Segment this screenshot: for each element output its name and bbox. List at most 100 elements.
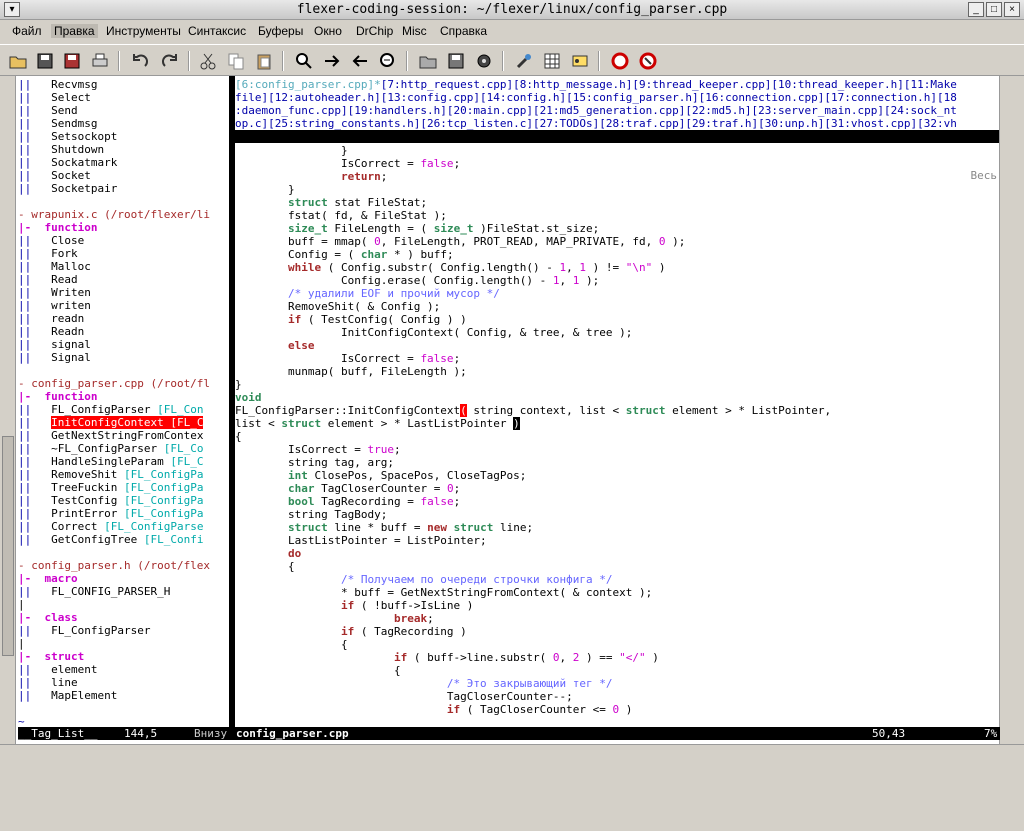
- save-all-icon[interactable]: [62, 51, 82, 71]
- build-tags-icon[interactable]: [542, 51, 562, 71]
- tag-list-line[interactable]: || GetNextStringFromContex: [18, 429, 230, 442]
- tag-list-pane[interactable]: || Recvmsg || Select || Send || Sendmsg || S…: [18, 78, 230, 726]
- code-line[interactable]: {: [235, 664, 999, 677]
- code-line[interactable]: }: [235, 144, 999, 157]
- jump-tag-icon[interactable]: [570, 51, 590, 71]
- code-line[interactable]: list < struct element > * LastListPointe…: [235, 417, 999, 430]
- tag-list-line[interactable]: |: [18, 598, 230, 611]
- open-icon[interactable]: [8, 51, 28, 71]
- tag-list-line[interactable]: || Read: [18, 273, 230, 286]
- find-prev-icon[interactable]: [350, 51, 370, 71]
- tag-list-line[interactable]: || writen: [18, 299, 230, 312]
- tag-list-line[interactable]: || Setsockopt: [18, 130, 230, 143]
- tag-list-line[interactable]: || Malloc: [18, 260, 230, 273]
- source-code[interactable]: } IsCorrect = false; return; } struct st…: [235, 144, 999, 716]
- code-line[interactable]: if ( TagCloserCounter <= 0 ): [235, 703, 999, 716]
- code-line[interactable]: Config.erase( Config.length() - 1, 1 );: [235, 274, 999, 287]
- code-line[interactable]: /* удалили EOF и прочий мусор */: [235, 287, 999, 300]
- tag-list-line[interactable]: || TestConfig [FL_ConfigPa: [18, 494, 230, 507]
- code-line[interactable]: else: [235, 339, 999, 352]
- code-line[interactable]: InitConfigContext( Config, & tree, & tre…: [235, 326, 999, 339]
- code-line[interactable]: size_t FileLength = ( size_t )FileStat.s…: [235, 222, 999, 235]
- save-session-icon[interactable]: [446, 51, 466, 71]
- menu-syntax[interactable]: Синтаксис: [188, 24, 246, 38]
- find-next-icon[interactable]: [322, 51, 342, 71]
- code-line[interactable]: while ( Config.substr( Config.length() -…: [235, 261, 999, 274]
- replace-icon[interactable]: [378, 51, 398, 71]
- code-line[interactable]: IsCorrect = false;: [235, 352, 999, 365]
- code-line[interactable]: struct line * buff = new struct line;: [235, 521, 999, 534]
- minibuf-explorer[interactable]: [6:config_parser.cpp]*[7:http_request.cp…: [235, 78, 999, 130]
- tag-list-line[interactable]: || HandleSingleParam [FL_C: [18, 455, 230, 468]
- tag-list-line[interactable]: - config_parser.cpp (/root/fl: [18, 377, 230, 390]
- save-icon[interactable]: [35, 51, 55, 71]
- menu-help[interactable]: Справка: [440, 24, 487, 38]
- code-line[interactable]: fstat( fd, & FileStat );: [235, 209, 999, 222]
- code-line[interactable]: int ClosePos, SpacePos, CloseTagPos;: [235, 469, 999, 482]
- tag-list-line[interactable]: || Close: [18, 234, 230, 247]
- close-icon[interactable]: ×: [1004, 2, 1020, 17]
- tag-list-line[interactable]: || Sendmsg: [18, 117, 230, 130]
- print-icon[interactable]: [90, 51, 110, 71]
- right-scrollbar[interactable]: [999, 76, 1024, 744]
- code-line[interactable]: {: [235, 430, 999, 443]
- tag-list-line[interactable]: || Fork: [18, 247, 230, 260]
- tag-list-line[interactable]: || FL_ConfigParser [FL_Con: [18, 403, 230, 416]
- help-search-icon[interactable]: [638, 51, 658, 71]
- tag-list-line[interactable]: || signal: [18, 338, 230, 351]
- code-line[interactable]: IsCorrect = true;: [235, 443, 999, 456]
- tag-list-line[interactable]: || RemoveShit [FL_ConfigPa: [18, 468, 230, 481]
- tag-list-line[interactable]: || Readn: [18, 325, 230, 338]
- code-line[interactable]: FL_ConfigParser::InitConfigContext( stri…: [235, 404, 999, 417]
- tag-list-line[interactable]: || Signal: [18, 351, 230, 364]
- code-line[interactable]: buff = mmap( 0, FileLength, PROT_READ, M…: [235, 235, 999, 248]
- find-icon[interactable]: [294, 51, 314, 71]
- menu-buffers[interactable]: Буферы: [258, 24, 303, 38]
- tag-list-line[interactable]: || ~FL_ConfigParser [FL_Co: [18, 442, 230, 455]
- tag-list-line[interactable]: || line: [18, 676, 230, 689]
- tag-list-line[interactable]: |- struct: [18, 650, 230, 663]
- minibuf-line[interactable]: :daemon_func.cpp][19:handlers.h][20:main…: [235, 104, 999, 117]
- load-session-icon[interactable]: [418, 51, 438, 71]
- make-icon[interactable]: [514, 51, 534, 71]
- left-scrollbar[interactable]: [0, 76, 16, 744]
- code-line[interactable]: LastListPointer = ListPointer;: [235, 534, 999, 547]
- tag-list-line[interactable]: |- function: [18, 221, 230, 234]
- code-line[interactable]: Config = ( char * ) buff;: [235, 248, 999, 261]
- menu-file[interactable]: Файл: [12, 24, 42, 38]
- cut-icon[interactable]: [198, 51, 218, 71]
- tag-list-line[interactable]: || Recvmsg: [18, 78, 230, 91]
- tag-list-line[interactable]: || Correct [FL_ConfigParse: [18, 520, 230, 533]
- minibuf-line[interactable]: [6:config_parser.cpp]*[7:http_request.cp…: [235, 78, 999, 91]
- tag-list-line[interactable]: |- function: [18, 390, 230, 403]
- menu-edit[interactable]: Правка: [51, 24, 98, 38]
- run-script-icon[interactable]: [474, 51, 494, 71]
- code-line[interactable]: {: [235, 638, 999, 651]
- code-line[interactable]: {: [235, 560, 999, 573]
- tag-list-line[interactable]: || MapElement: [18, 689, 230, 702]
- code-line[interactable]: /* Это закрывающий тег */: [235, 677, 999, 690]
- tag-list-line[interactable]: [18, 546, 230, 559]
- code-line[interactable]: * buff = GetNextStringFromContext( & con…: [235, 586, 999, 599]
- code-line[interactable]: if ( TagRecording ): [235, 625, 999, 638]
- undo-icon[interactable]: [130, 51, 150, 71]
- code-line[interactable]: do: [235, 547, 999, 560]
- code-line[interactable]: return;: [235, 170, 999, 183]
- tag-list-line[interactable]: - config_parser.h (/root/flex: [18, 559, 230, 572]
- tag-list-line[interactable]: || PrintError [FL_ConfigPa: [18, 507, 230, 520]
- minimize-icon[interactable]: _: [968, 2, 984, 17]
- tag-list-line[interactable]: [18, 702, 230, 715]
- source-pane[interactable]: [6:config_parser.cpp]*[7:http_request.cp…: [235, 76, 999, 726]
- tag-list-line[interactable]: || GetConfigTree [FL_Confi: [18, 533, 230, 546]
- tag-list-line[interactable]: || element: [18, 663, 230, 676]
- copy-icon[interactable]: [226, 51, 246, 71]
- code-line[interactable]: }: [235, 183, 999, 196]
- code-line[interactable]: RemoveShit( & Config );: [235, 300, 999, 313]
- redo-icon[interactable]: [160, 51, 180, 71]
- tag-list-line[interactable]: |- macro: [18, 572, 230, 585]
- tag-list-line[interactable]: [18, 195, 230, 208]
- code-line[interactable]: bool TagRecording = false;: [235, 495, 999, 508]
- tag-list-line[interactable]: || readn: [18, 312, 230, 325]
- menu-tools[interactable]: Инструменты: [106, 24, 181, 38]
- code-line[interactable]: void: [235, 391, 999, 404]
